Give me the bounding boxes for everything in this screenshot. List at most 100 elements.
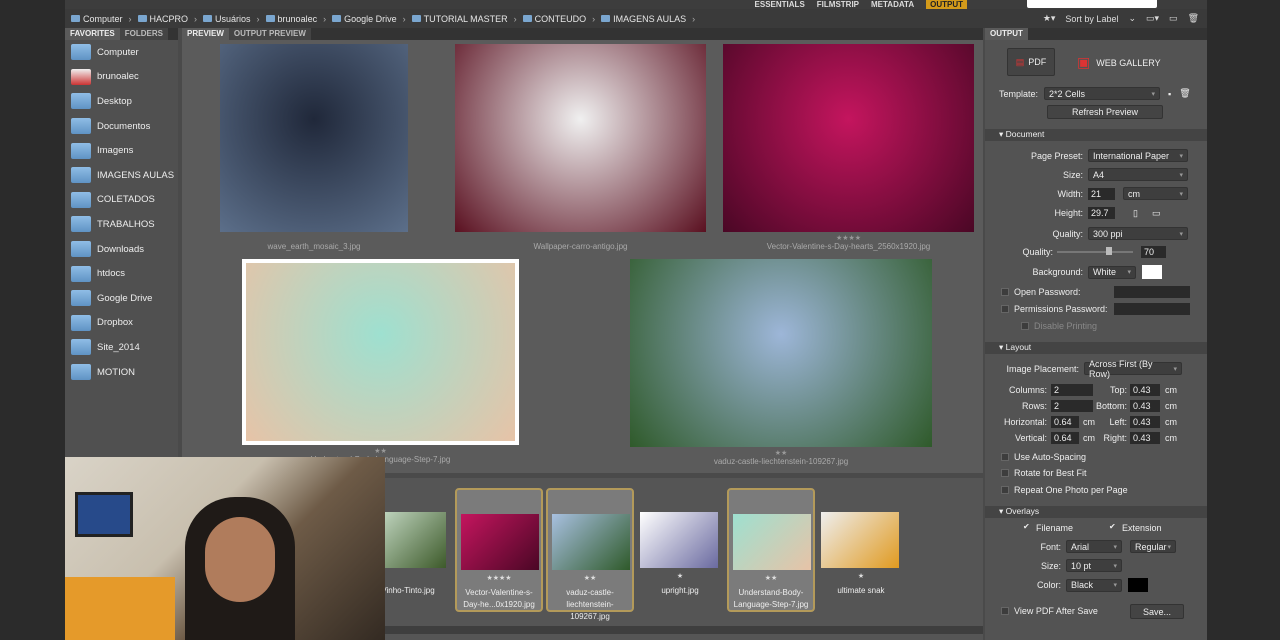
preview-image[interactable] <box>723 44 974 232</box>
font-value: Arial <box>1071 541 1090 552</box>
face <box>205 517 275 602</box>
preview-image[interactable] <box>220 44 408 232</box>
sidebar-item[interactable]: brunoalec <box>65 65 178 90</box>
breadcrumb-item[interactable]: brunoalec <box>265 14 317 24</box>
save-template-icon[interactable]: ▪ <box>1168 89 1171 99</box>
permissions-password-checkbox[interactable] <box>1001 305 1009 313</box>
document-section-header[interactable]: ▾ Document <box>985 129 1207 141</box>
background-dropdown[interactable]: White <box>1088 265 1136 279</box>
filmstrip-item[interactable]: ★★ vaduz-castle-liechtenstein-109267.jpg <box>546 488 634 621</box>
breadcrumb: Computer › HACPRO › Usuários › brunoalec › Googl… <box>65 9 1207 28</box>
pdf-button[interactable]: ▤ PDF <box>1007 48 1055 76</box>
background-color-swatch[interactable] <box>1142 265 1162 279</box>
height-input[interactable]: 29.7 <box>1088 207 1115 219</box>
sidebar-item[interactable]: Site_2014 <box>65 335 178 360</box>
tab-favorites[interactable]: FAVORITES <box>65 28 120 40</box>
horizontal-input[interactable]: 0.64 <box>1051 416 1079 428</box>
sidebar-item[interactable]: MOTION <box>65 360 178 385</box>
page-preset-dropdown[interactable]: International Paper <box>1088 149 1188 162</box>
workspace-metadata[interactable]: METADATA <box>871 0 914 9</box>
permissions-password-input[interactable] <box>1114 303 1190 315</box>
tab-folders[interactable]: FOLDERS <box>119 28 168 40</box>
filmstrip-item[interactable]: ★ ultimate snak <box>817 488 905 612</box>
save-button[interactable]: Save... <box>1130 604 1184 619</box>
disable-printing-checkbox[interactable] <box>1021 322 1029 330</box>
refresh-preview-button[interactable]: Refresh Preview <box>1047 105 1163 119</box>
breadcrumb-item[interactable]: Computer <box>71 14 123 24</box>
breadcrumb-item[interactable]: HACPRO <box>137 14 188 24</box>
folder-icon <box>601 15 611 22</box>
unit-dropdown[interactable]: cm <box>1123 187 1188 200</box>
breadcrumb-item[interactable]: Google Drive <box>332 14 397 24</box>
rotate-checkbox[interactable] <box>1001 469 1009 477</box>
workspace-output[interactable]: OUTPUT <box>926 0 967 9</box>
sidebar-item[interactable]: TRABALHOS <box>65 212 178 237</box>
preview-image[interactable] <box>242 259 519 445</box>
quality-dropdown[interactable]: 300 ppi <box>1088 227 1188 240</box>
preview-image[interactable] <box>455 44 706 232</box>
width-input[interactable]: 21 <box>1088 187 1115 200</box>
open-password-checkbox[interactable] <box>1001 288 1009 296</box>
sidebar-item[interactable]: Dropbox <box>65 311 178 336</box>
font-dropdown[interactable]: Arial <box>1066 540 1122 553</box>
trash-icon[interactable]: 🗑 <box>1188 13 1199 24</box>
image-placement-dropdown[interactable]: Across First (By Row) <box>1084 359 1182 379</box>
breadcrumb-item[interactable]: Usuários <box>203 14 251 24</box>
overlay-size-dropdown[interactable]: 10 pt <box>1066 559 1122 572</box>
sort-dropdown[interactable]: Sort by Label <box>1065 14 1118 24</box>
sidebar-item[interactable]: Desktop <box>65 89 178 114</box>
layout-section-header[interactable]: ▾ Layout <box>985 342 1207 354</box>
preview-image[interactable] <box>630 259 932 447</box>
overlays-section-header[interactable]: ▾ Overlays <box>985 506 1207 518</box>
repeat-checkbox[interactable] <box>1001 486 1009 494</box>
star-filter-icon[interactable]: ★▾ <box>1043 13 1056 24</box>
sidebar-item[interactable]: Downloads <box>65 237 178 262</box>
filename-checkbox[interactable]: ✔ <box>1023 523 1031 532</box>
sidebar-item[interactable]: IMAGENS AULAS <box>65 163 178 188</box>
jpeg-quality-slider[interactable] <box>1057 247 1133 255</box>
jpeg-quality-input[interactable]: 70 <box>1141 246 1166 258</box>
sidebar-item[interactable]: Google Drive <box>65 286 178 311</box>
portrait-icon[interactable]: ▯ <box>1133 208 1138 219</box>
new-folder-icon[interactable]: ▭ <box>1169 13 1178 24</box>
folder-icon[interactable]: ▭▾ <box>1146 13 1159 24</box>
bottom-input[interactable]: 0.43 <box>1130 400 1160 412</box>
slider-handle[interactable] <box>1106 247 1112 255</box>
breadcrumb-item[interactable]: IMAGENS AULAS <box>601 14 686 24</box>
font-style-dropdown[interactable]: Regular <box>1130 540 1176 553</box>
workspace-filmstrip[interactable]: FILMSTRIP <box>817 0 859 9</box>
filmstrip-item[interactable]: ★★★★ Vector-Valentine-s-Day-he...0x1920.j… <box>455 488 543 612</box>
size-dropdown[interactable]: A4 <box>1088 168 1188 181</box>
overlay-color-swatch[interactable] <box>1128 578 1148 592</box>
delete-template-icon[interactable]: 🗑 <box>1179 88 1190 99</box>
search-input[interactable] <box>1027 0 1157 8</box>
sidebar-item[interactable]: COLETADOS <box>65 188 178 213</box>
vertical-input[interactable]: 0.64 <box>1051 432 1079 444</box>
sort-direction-icon[interactable]: ⌄ <box>1128 13 1136 24</box>
sidebar-item[interactable]: Computer <box>65 40 178 65</box>
breadcrumb-item[interactable]: TUTORIAL MASTER <box>411 14 508 24</box>
filmstrip-item[interactable]: ★ upright.jpg <box>636 488 724 612</box>
sidebar-item[interactable]: Imagens <box>65 138 178 163</box>
workspace-switcher: ESSENTIALS FILMSTRIP METADATA OUTPUT <box>755 0 967 9</box>
web-gallery-button[interactable]: ▣ WEB GALLERY <box>1077 54 1161 71</box>
workspace-essentials[interactable]: ESSENTIALS <box>755 0 805 9</box>
tab-output-preview[interactable]: OUTPUT PREVIEW <box>228 28 311 40</box>
left-input[interactable]: 0.43 <box>1130 416 1160 428</box>
tab-output[interactable]: OUTPUT <box>985 28 1028 40</box>
sidebar-item[interactable]: htdocs <box>65 261 178 286</box>
top-input[interactable]: 0.43 <box>1130 384 1160 396</box>
auto-spacing-checkbox[interactable] <box>1001 453 1009 461</box>
landscape-icon[interactable]: ▭ <box>1152 208 1161 219</box>
view-pdf-checkbox[interactable] <box>1001 607 1009 615</box>
page-preset-value: International Paper <box>1093 150 1170 161</box>
breadcrumb-item[interactable]: CONTEUDO <box>522 14 586 24</box>
right-input[interactable]: 0.43 <box>1130 432 1160 444</box>
overlay-color-dropdown[interactable]: Black <box>1066 578 1122 592</box>
template-dropdown[interactable]: 2*2 Cells <box>1044 87 1161 100</box>
filmstrip-item[interactable]: ★★ Understand-Body-Language-Step-7.jpg <box>727 488 815 612</box>
open-password-input[interactable] <box>1114 286 1190 298</box>
tab-preview[interactable]: PREVIEW <box>182 28 229 40</box>
sidebar-item[interactable]: Documentos <box>65 114 178 139</box>
extension-checkbox[interactable]: ✔ <box>1109 523 1117 532</box>
